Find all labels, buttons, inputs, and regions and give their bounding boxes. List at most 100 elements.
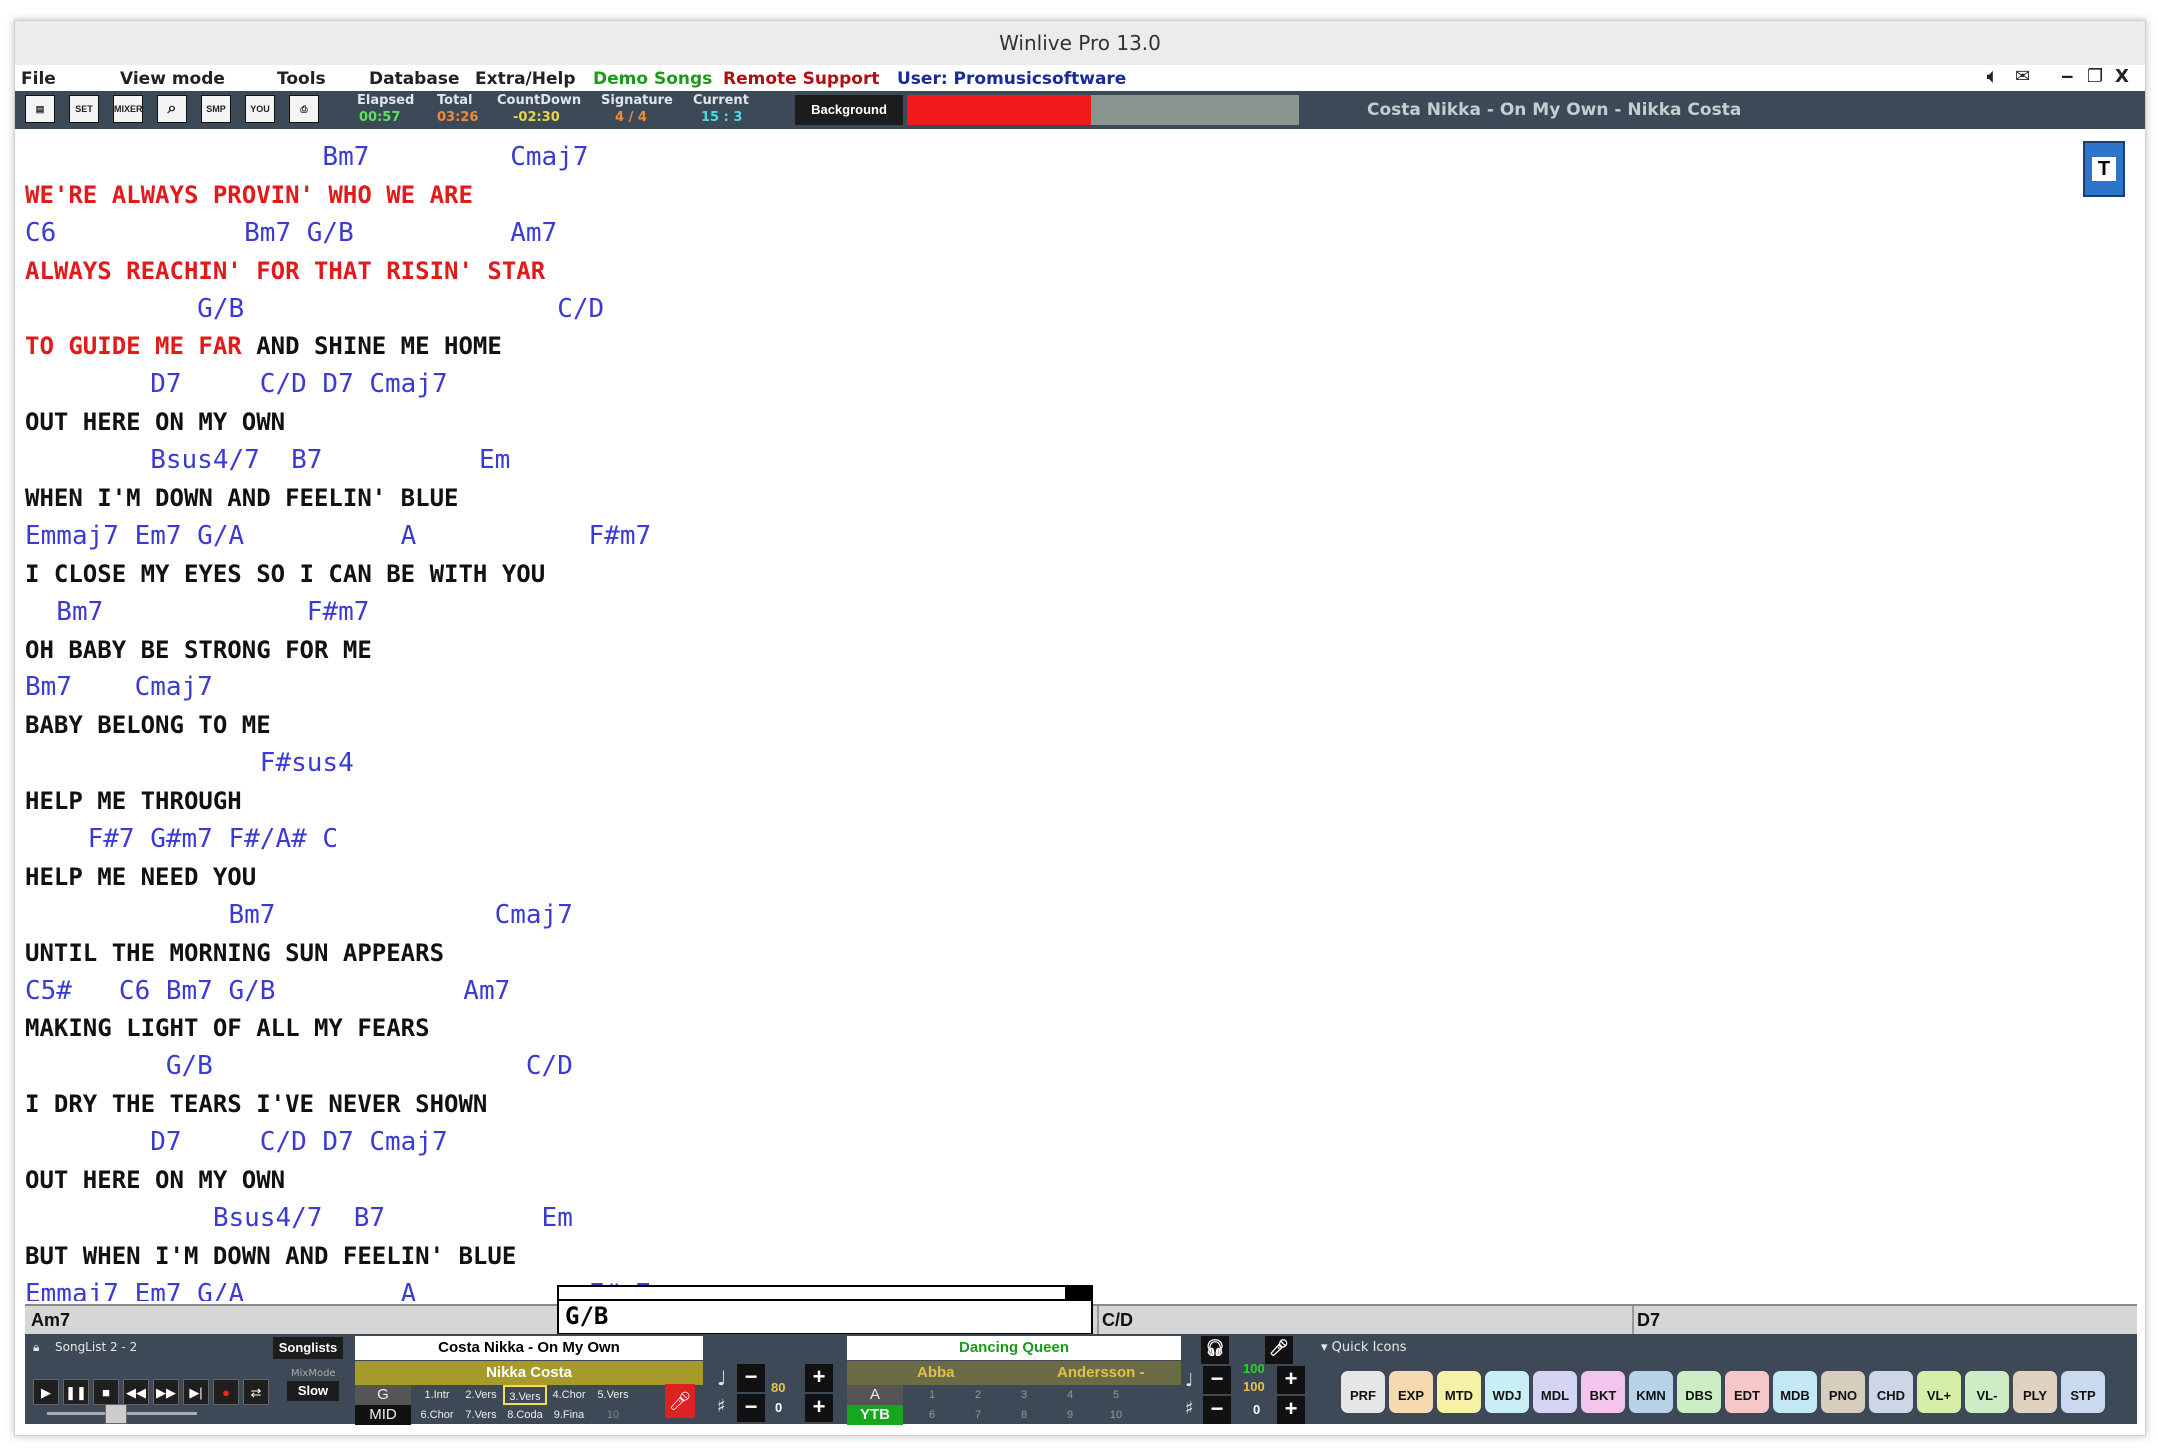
mixer-button[interactable]: MIXER (113, 95, 143, 123)
part-button-active[interactable]: 3.Vers (503, 1385, 547, 1405)
quick-icon-mtd[interactable]: MTD (1437, 1371, 1481, 1413)
lyric-line: OH BABY BE STRONG FOR ME (25, 635, 372, 664)
menu-demo-songs[interactable]: Demo Songs (593, 69, 712, 89)
quick-icon-exp[interactable]: EXP (1389, 1371, 1433, 1413)
part-button[interactable]: 9.Fina (547, 1405, 591, 1425)
next-part-button[interactable]: 10 (1093, 1405, 1139, 1425)
menu-database[interactable]: Database (369, 69, 459, 89)
next-part-button[interactable]: 6 (909, 1405, 955, 1425)
close-icon[interactable]: X (2115, 66, 2129, 87)
headphones-icon[interactable]: 🎧︎ (1201, 1336, 1229, 1364)
next-part-button[interactable]: 8 (1001, 1405, 1047, 1425)
transpose-minus-button[interactable]: − (737, 1394, 765, 1422)
quick-icon-mdb[interactable]: MDB (1773, 1371, 1817, 1413)
total-value: 03:26 (437, 110, 479, 125)
lyric-line: MAKING LIGHT OF ALL MY FEARS (25, 1014, 430, 1043)
rewind-icon[interactable]: ◀◀ (123, 1379, 149, 1405)
quick-icon-stp[interactable]: STP (2061, 1371, 2105, 1413)
part-button[interactable]: 2.Vers (459, 1385, 503, 1405)
next-part-button[interactable]: 1 (909, 1385, 955, 1405)
set-button[interactable]: SET (69, 95, 99, 123)
quick-icon-pno[interactable]: PNO (1821, 1371, 1865, 1413)
next-part-button[interactable]: 7 (955, 1405, 1001, 1425)
lock-icon[interactable]: 🔒︎ (33, 1340, 39, 1355)
app-window: Winlive Pro 13.0 File View mode Tools Da… (14, 20, 2146, 1436)
lyric-sung: ALWAYS REACHIN' FOR THAT RISIN' STAR (25, 256, 546, 285)
search-icon[interactable]: ⌕ (157, 95, 187, 123)
slow-button[interactable]: Slow (287, 1381, 339, 1401)
chord-timer (559, 1287, 1091, 1301)
part-button[interactable]: 8.Coda (503, 1405, 547, 1425)
tempo-plus-button[interactable]: + (805, 1364, 833, 1392)
quick-icon-mdl[interactable]: MDL (1533, 1371, 1577, 1413)
quick-icon-edt[interactable]: EDT (1725, 1371, 1769, 1413)
part-button[interactable]: 4.Chor (547, 1385, 591, 1405)
part-button[interactable]: 7.Vers (459, 1405, 503, 1425)
songlists-button[interactable]: Songlists (273, 1337, 343, 1359)
quick-icon-prf[interactable]: PRF (1341, 1371, 1385, 1413)
transpose-plus-button[interactable]: + (805, 1394, 833, 1422)
quick-icon-wdj[interactable]: WDJ (1485, 1371, 1529, 1413)
quick-icons-label[interactable]: ▾ Quick Icons (1321, 1340, 1407, 1355)
lyric-line: OUT HERE ON MY OWN (25, 408, 286, 437)
next-part-button[interactable]: 2 (955, 1385, 1001, 1405)
background-button[interactable]: Background (795, 95, 903, 125)
open-icon[interactable]: ▤ (25, 95, 55, 123)
quick-icon-kmn[interactable]: KMN (1629, 1371, 1673, 1413)
play-icon[interactable]: ▶ (33, 1379, 59, 1405)
tempo-minus-button[interactable]: − (737, 1364, 765, 1392)
restore-icon[interactable]: ❐ (2087, 66, 2103, 87)
quick-icon-vl-minus[interactable]: VL- (1965, 1371, 2009, 1413)
pitch-plus-button[interactable]: + (1277, 1396, 1305, 1424)
transpose-icon: ♯ (717, 1396, 726, 1417)
next-part-button[interactable]: 3 (1001, 1385, 1047, 1405)
loop-icon[interactable]: ⇄ (243, 1379, 269, 1405)
song-progress-bar[interactable] (907, 95, 1299, 125)
quick-icon-dbs[interactable]: DBS (1677, 1371, 1721, 1413)
part-button[interactable]: 6.Chor (415, 1405, 459, 1425)
menu-view-mode[interactable]: View mode (120, 69, 225, 89)
smp-button[interactable]: SMP (201, 95, 231, 123)
record-icon[interactable]: ● (213, 1379, 239, 1405)
part-button[interactable]: 10 (591, 1405, 635, 1425)
microphone-icon[interactable]: 🎤︎ (1265, 1336, 1293, 1364)
speaker-icon[interactable]: 🔈︎ (1987, 66, 1998, 87)
minimize-icon[interactable]: ‒ (2061, 66, 2074, 87)
next-part-button[interactable]: 4 (1047, 1385, 1093, 1405)
part-button[interactable]: 5.Vers (591, 1385, 635, 1405)
mail-icon[interactable]: ✉︎ (2015, 66, 2030, 87)
mic-mute-icon[interactable]: 🎤︎ (665, 1384, 695, 1418)
volume-slider-handle[interactable] (105, 1404, 127, 1424)
forward-icon[interactable]: ▶▶ (153, 1379, 179, 1405)
volume-plus-button[interactable]: + (1277, 1366, 1305, 1394)
part-button[interactable]: 1.Intr (415, 1385, 459, 1405)
pitch-minus-button[interactable]: − (1203, 1396, 1231, 1424)
menu-user[interactable]: User: Promusicsoftware (897, 69, 1126, 89)
quick-icon-chd[interactable]: CHD (1869, 1371, 1913, 1413)
quick-icon-vl-minusplus[interactable]: VL+ (1917, 1371, 1961, 1413)
chord-line: C5# C6 Bm7 G/B Am7 (25, 975, 511, 1006)
stop-icon[interactable]: ■ (93, 1379, 119, 1405)
menu-tools[interactable]: Tools (277, 69, 326, 89)
quick-icon-ply[interactable]: PLY (2013, 1371, 2057, 1413)
lyric-line: I DRY THE TEARS I'VE NEVER SHOWN (25, 1090, 488, 1119)
menu-remote-support[interactable]: Remote Support (723, 69, 879, 89)
pause-icon[interactable]: ❚❚ (63, 1379, 89, 1405)
quick-icon-bkt[interactable]: BKT (1581, 1371, 1625, 1413)
next-part-button[interactable]: 9 (1047, 1405, 1093, 1425)
ytb-button[interactable]: YTB (847, 1405, 903, 1425)
skip-icon[interactable]: ▶| (183, 1379, 209, 1405)
youtube-button[interactable]: YOU (245, 95, 275, 123)
mid-button[interactable]: MID (355, 1405, 411, 1425)
volume-minus-button[interactable]: − (1203, 1366, 1231, 1394)
chord-line: Bm7 Cmaj7 (25, 142, 589, 172)
menu-file[interactable]: File (21, 69, 56, 89)
next-part-button[interactable]: 5 (1093, 1385, 1139, 1405)
countdown-value: -02:30 (513, 110, 560, 125)
transpose-value: 0 (775, 1400, 783, 1415)
print-icon[interactable]: ⎙ (289, 95, 319, 123)
menu-extra-help[interactable]: Extra/Help (475, 69, 576, 89)
text-toggle-button[interactable]: T (2083, 141, 2125, 197)
chord-line: F#sus4 (25, 748, 354, 779)
chord-line: Bsus4/7 B7 Em (25, 445, 511, 476)
